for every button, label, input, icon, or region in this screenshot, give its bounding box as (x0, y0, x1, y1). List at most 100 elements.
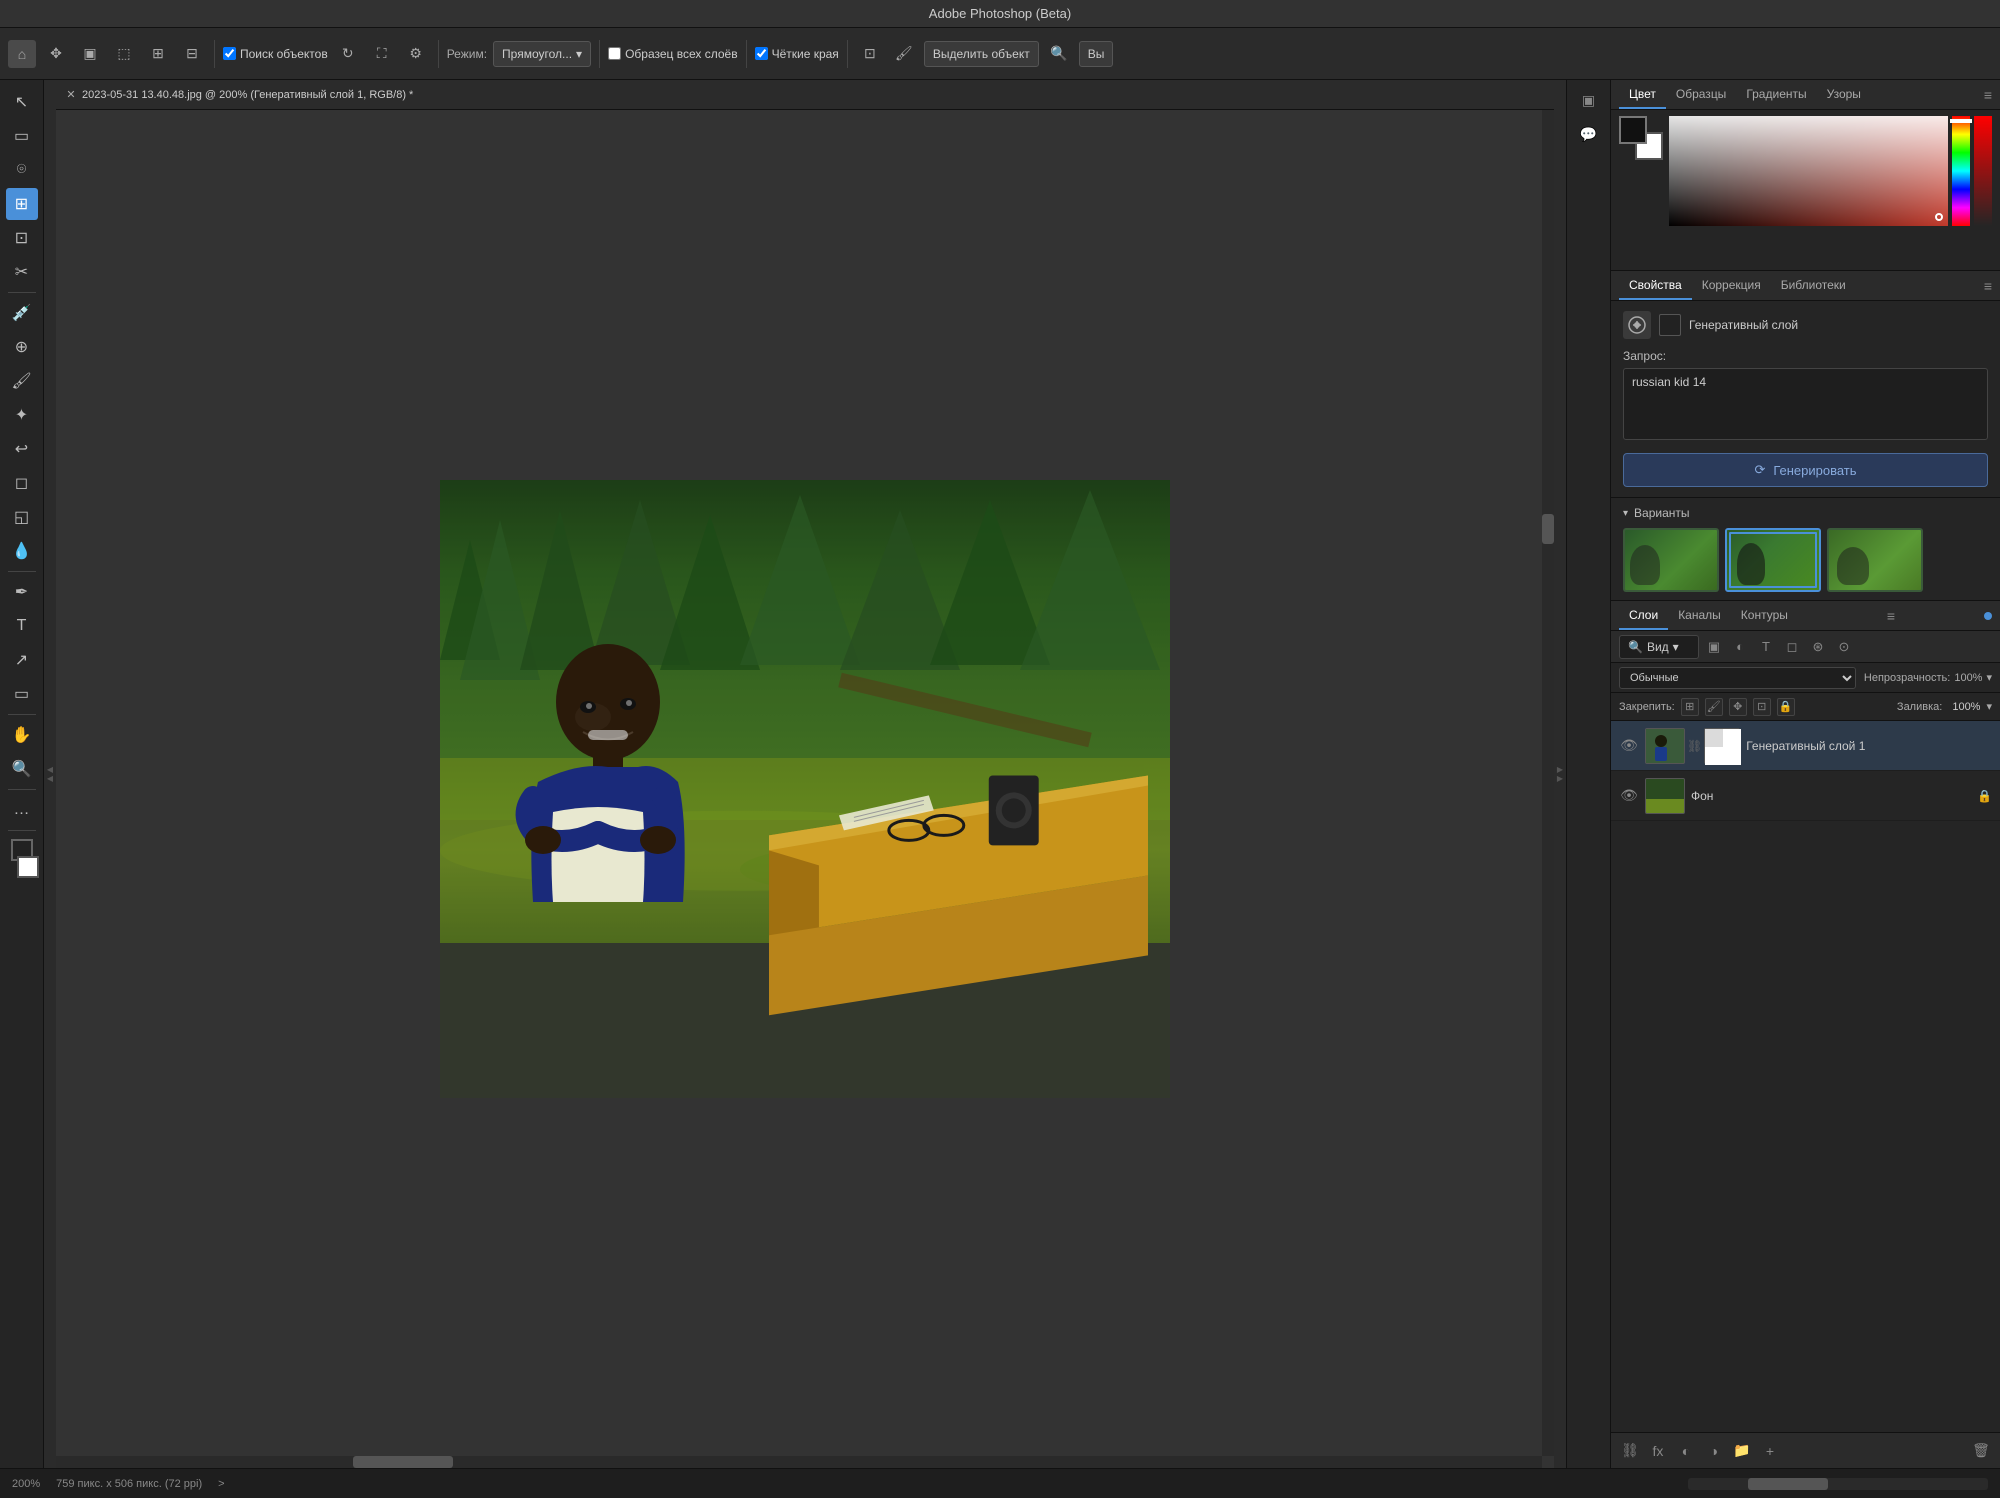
vertical-scrollbar-thumb[interactable] (1542, 514, 1554, 544)
brush-icon[interactable]: 🖌 (890, 40, 918, 68)
layer-row-2[interactable]: 👁 Фон 🔒 (1611, 771, 2000, 821)
color-saturation-picker[interactable] (1669, 116, 1948, 226)
layer-shape-filter[interactable]: ◻ (1781, 636, 1803, 658)
link-layers-btn[interactable]: ⛓ (1619, 1440, 1641, 1462)
canvas-scroll-area[interactable] (56, 110, 1554, 1468)
props-panel-menu-icon[interactable]: ≡ (1984, 278, 1992, 294)
tab-patterns[interactable]: Узоры (1817, 80, 1871, 109)
variant-thumb-3[interactable] (1827, 528, 1923, 592)
tab-layers[interactable]: Слои (1619, 601, 1668, 630)
blur-tool[interactable]: 💧 (6, 535, 38, 567)
layer-row-1[interactable]: 👁 (1611, 721, 2000, 771)
layers-panel-menu-icon[interactable]: ≡ (1887, 608, 1895, 624)
opacity-chevron-icon[interactable]: ▾ (1986, 671, 1992, 684)
eraser-tool[interactable]: ◻ (6, 467, 38, 499)
bottom-scrollbar[interactable] (1688, 1478, 1988, 1490)
brush-tool[interactable]: 🖌 (6, 365, 38, 397)
history-brush[interactable]: ↩ (6, 433, 38, 465)
tab-correction[interactable]: Коррекция (1692, 271, 1771, 300)
sharp-edges-checkbox[interactable]: Чёткие края (755, 47, 839, 61)
comment-icon[interactable]: 💬 (1573, 118, 1605, 150)
request-input[interactable]: russian kid 14 (1623, 368, 1988, 440)
variant-thumb-1[interactable] (1623, 528, 1719, 592)
status-arrow[interactable]: > (218, 1478, 224, 1490)
mode-dropdown[interactable]: Прямоугол... ▾ (493, 41, 591, 67)
layer-filter-toggle[interactable]: ⊙ (1833, 636, 1855, 658)
new-group-btn[interactable]: 📁 (1731, 1440, 1753, 1462)
layer-adjust-filter[interactable]: ◐ (1729, 636, 1751, 658)
new-adjustment-btn[interactable]: ◑ (1703, 1440, 1725, 1462)
tab-swatches[interactable]: Образцы (1666, 80, 1736, 109)
tab-color[interactable]: Цвет (1619, 80, 1666, 109)
right-panel-collapse[interactable]: ▶ ▶ (1554, 80, 1566, 1468)
selection-tool[interactable]: ▭ (6, 120, 38, 152)
delete-layer-btn[interactable]: 🗑 (1970, 1440, 1992, 1462)
variant-thumb-2[interactable] (1725, 528, 1821, 592)
bottom-scrollbar-thumb[interactable] (1748, 1478, 1828, 1490)
layers-filter-dropdown[interactable]: 🔍 Вид ▾ (1619, 635, 1699, 659)
layer-fx-btn[interactable]: fx (1647, 1440, 1669, 1462)
tool-option-2[interactable]: ⬚ (110, 40, 138, 68)
tab-properties[interactable]: Свойства (1619, 271, 1692, 300)
search-toolbar-icon[interactable]: 🔍 (1045, 40, 1073, 68)
lock-artboard2-btn[interactable]: ⊡ (1753, 698, 1771, 716)
tab-libraries[interactable]: Библиотеки (1771, 271, 1856, 300)
color-panel-icon[interactable]: ▣ (1573, 84, 1605, 116)
tool-option-3[interactable]: ⊞ (144, 40, 172, 68)
settings-icon[interactable]: ⚙ (402, 40, 430, 68)
heal-tool[interactable]: ⊕ (6, 331, 38, 363)
alpha-slider[interactable] (1974, 116, 1992, 226)
layer-pixel-filter[interactable]: ▣ (1703, 636, 1725, 658)
gradient-tool[interactable]: ◱ (6, 501, 38, 533)
left-panel-collapse[interactable]: ◀ ◀ (44, 80, 56, 1468)
select-btn[interactable]: Вы (1079, 41, 1114, 67)
new-layer-btn[interactable]: + (1759, 1440, 1781, 1462)
search-objects-checkbox[interactable]: Поиск объектов (223, 47, 328, 61)
background-color-swatch[interactable] (17, 856, 39, 878)
vertical-scrollbar[interactable] (1542, 110, 1554, 1456)
clone-tool[interactable]: ✦ (6, 399, 38, 431)
add-mask-btn[interactable]: ◐ (1675, 1440, 1697, 1462)
lock-position-btn[interactable]: ✥ (1729, 698, 1747, 716)
layer-text-filter[interactable]: T (1755, 636, 1777, 658)
variants-chevron-icon[interactable]: ▾ (1623, 508, 1628, 519)
expand-icon[interactable]: ⛶ (368, 40, 396, 68)
lock-artboard-btn[interactable]: 🖌 (1705, 698, 1723, 716)
tab-close-btn[interactable]: ✕ (64, 88, 78, 102)
hue-slider[interactable] (1952, 116, 1970, 226)
transform-tool[interactable]: ⊞ (6, 188, 38, 220)
move-tool-icon[interactable]: ✥ (42, 40, 70, 68)
tool-option-4[interactable]: ⊟ (178, 40, 206, 68)
sample-all-layers-checkbox[interactable]: Образец всех слоёв (608, 47, 738, 61)
photo-canvas[interactable] (440, 480, 1170, 1098)
path-select-tool[interactable]: ↗ (6, 644, 38, 676)
tab-paths[interactable]: Контуры (1731, 601, 1798, 630)
horizontal-scrollbar[interactable] (56, 1456, 1542, 1468)
lock-all-btn[interactable]: 🔒 (1777, 698, 1795, 716)
lasso-tool[interactable]: ⌾ (6, 154, 38, 186)
text-tool[interactable]: T (6, 610, 38, 642)
tab-gradients[interactable]: Градиенты (1736, 80, 1816, 109)
home-icon[interactable]: ⌂ (8, 40, 36, 68)
quick-mask-icon[interactable]: ⊡ (856, 40, 884, 68)
generate-button[interactable]: ⟳ Генерировать (1623, 453, 1988, 487)
hand-tool[interactable]: ✋ (6, 719, 38, 751)
lock-pixels-btn[interactable]: ⊞ (1681, 698, 1699, 716)
refresh-icon[interactable]: ↻ (334, 40, 362, 68)
layer-1-visibility-toggle[interactable]: 👁 (1619, 736, 1639, 756)
slice-tool[interactable]: ✂ (6, 256, 38, 288)
tab-channels[interactable]: Каналы (1668, 601, 1731, 630)
crop-tool[interactable]: ⊡ (6, 222, 38, 254)
foreground-color-box[interactable] (1619, 116, 1647, 144)
horizontal-scrollbar-thumb[interactable] (353, 1456, 453, 1468)
zoom-tool[interactable]: 🔍 (6, 753, 38, 785)
fill-chevron-icon[interactable]: ▾ (1986, 700, 1992, 713)
shape-tool[interactable]: ▭ (6, 678, 38, 710)
eyedropper-tool[interactable]: 💉 (6, 297, 38, 329)
layer-2-visibility-toggle[interactable]: 👁 (1619, 786, 1639, 806)
color-panel-menu-icon[interactable]: ≡ (1984, 87, 1992, 103)
pen-tool[interactable]: ✒ (6, 576, 38, 608)
tool-option-1[interactable]: ▣ (76, 40, 104, 68)
blend-mode-select[interactable]: Обычные (1619, 667, 1856, 689)
more-tools[interactable]: … (6, 794, 38, 826)
